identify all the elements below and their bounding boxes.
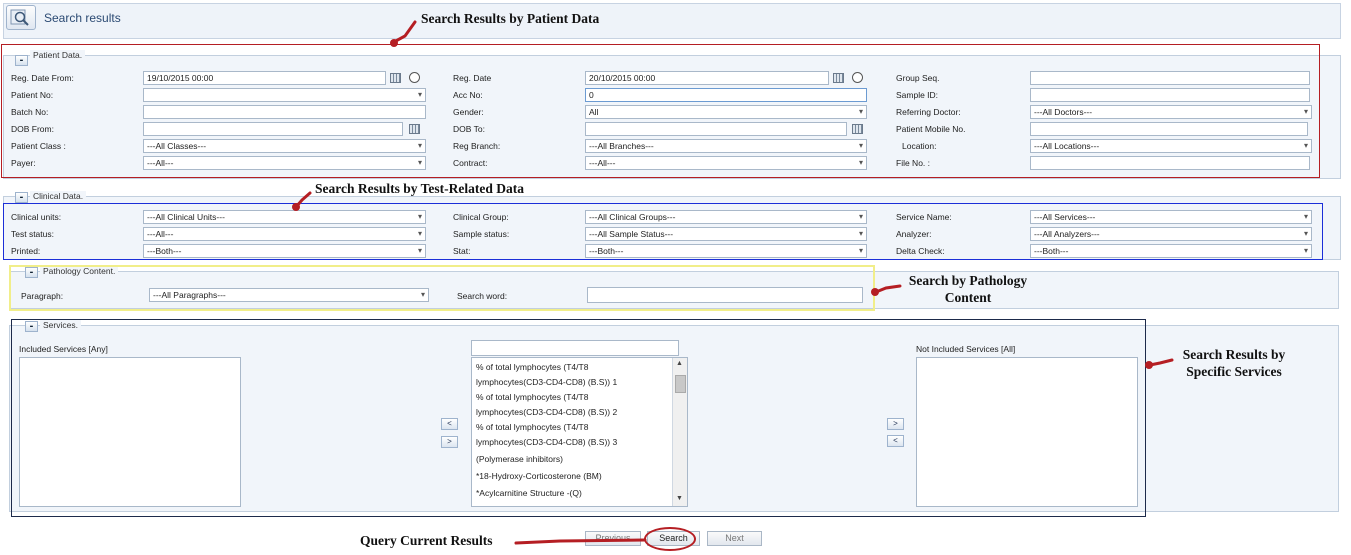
annotation-specific-services: Search Results by Specific Services	[1182, 347, 1286, 379]
annotation-dot	[871, 288, 879, 296]
annotation-pathology-content: Search by Pathology Content	[908, 273, 1028, 305]
annotation-patient-data: Search Results by Patient Data	[421, 11, 600, 26]
annotation-dot	[1145, 361, 1153, 369]
annotation-arrows	[294, 20, 1174, 545]
annotation-query-current-results: Query Current Results	[360, 533, 493, 548]
annotation-dot	[390, 39, 398, 47]
annotation-clinical-data: Search Results by Test-Related Data	[315, 181, 524, 196]
annotation-dot	[292, 203, 300, 211]
